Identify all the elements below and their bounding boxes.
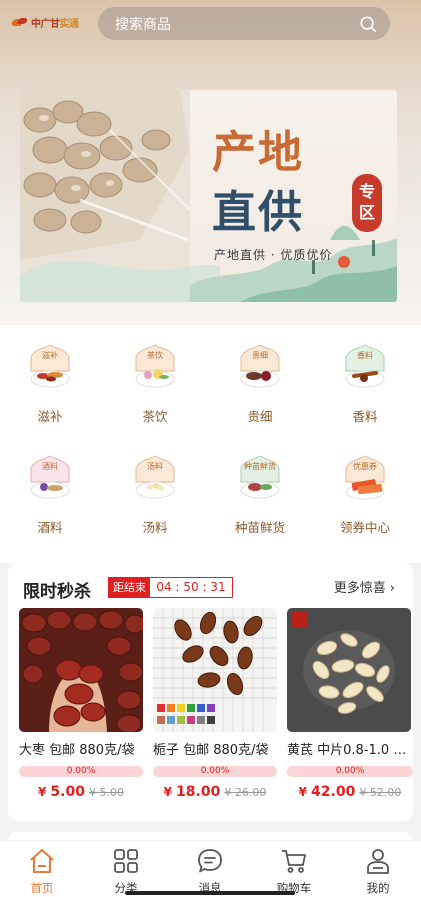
banner-subtitle: 产地直供 · 优质优价 (214, 248, 333, 262)
banner-seal-char-2: 区 (358, 203, 375, 222)
category-badge-tea: 茶饮 (147, 350, 163, 360)
category-label-spice: 香料 (352, 409, 378, 424)
countdown-label: 距结束 (109, 578, 150, 597)
product-image-jujube[interactable] (19, 608, 143, 732)
product-name: 大枣 包邮 880克/袋 (19, 743, 135, 758)
more-surprises-label: 更多惊喜 (333, 581, 386, 596)
search-icon[interactable] (359, 15, 377, 33)
current-price: 42.00 (311, 784, 356, 800)
category-badge-seedling: 种苗鲜货 (244, 461, 276, 471)
cart-icon (282, 850, 306, 873)
current-price: 5.00 (50, 784, 85, 800)
category-badge-coupon: 优惠券 (353, 461, 377, 471)
banner-title-line1: 产地 (212, 127, 304, 178)
current-price: 18.00 (176, 784, 221, 800)
category-label-wine-material: 酒料 (37, 520, 63, 535)
promo-banner[interactable]: 产地 直供 专 区 产地直供 · 优质优价 (20, 90, 397, 302)
countdown-value: 04 : 50 : 31 (150, 578, 232, 597)
category-label-precious: 贵细 (247, 409, 273, 424)
logo-text-main: 中广甘 (31, 18, 60, 30)
tab-cart[interactable]: 购物车 (252, 847, 336, 897)
category-badge-wine-material: 酒料 (42, 461, 58, 471)
product-card-jujube[interactable]: 大枣 包邮 880克/袋 0.00% ¥5.00 ¥ 5.00 (19, 608, 143, 800)
product-price: ¥18.00 ¥ 26.00 (153, 781, 277, 800)
wine-material-icon: 酒料 (30, 455, 70, 499)
sale-progress-bar: 0.00% (287, 766, 413, 777)
product-image-astragalus[interactable] (287, 608, 411, 732)
flash-sale-section: 限时秒杀 距结束 04 : 50 : 31 更多惊喜 › 大枣 包邮 880克/… (8, 563, 413, 821)
home-icon (30, 849, 54, 873)
original-price: ¥ 26.00 (224, 786, 267, 799)
countdown-timer: 距结束 04 : 50 : 31 (108, 577, 233, 598)
logo-text-accent: 实通 (59, 18, 80, 30)
category-label-tonic: 滋补 (37, 409, 63, 424)
brand-logo[interactable]: 中广甘实通 (12, 12, 79, 32)
sale-progress-bar: 0.00% (153, 766, 277, 777)
tea-icon: 茶饮 (135, 344, 175, 388)
search-placeholder: 搜索商品 (115, 16, 171, 33)
sale-progress-bar: 0.00% (19, 766, 143, 777)
home-indicator[interactable] (125, 891, 295, 895)
tonic-icon: 滋补 (30, 344, 70, 388)
grid-icon (114, 849, 138, 873)
category-item-coupon-center[interactable]: 优惠券 领券中心 (315, 436, 415, 546)
tab-messages[interactable]: 消息 (168, 847, 252, 897)
category-badge-soup-material: 汤料 (147, 461, 163, 471)
original-price: ¥ 52.00 (359, 786, 402, 799)
banner-seal-badge: 专 区 (352, 174, 382, 232)
banner-seal-char-1: 专 (358, 182, 375, 202)
sale-progress-text: 0.00% (200, 766, 230, 776)
category-item-tonic[interactable]: 滋补 滋补 (0, 325, 100, 435)
tab-profile[interactable]: 我的 (336, 847, 420, 897)
spice-icon: 香料 (345, 344, 385, 388)
category-badge-tonic: 滋补 (42, 350, 58, 360)
category-label-coupon-center: 领券中心 (339, 520, 390, 535)
category-label-tea: 茶饮 (142, 409, 168, 424)
product-card-gardenia[interactable]: 栀子 包邮 880克/袋 0.00% ¥18.00 ¥ 26.00 (153, 608, 277, 800)
tab-label: 首页 (30, 881, 54, 895)
currency-symbol: ¥ (38, 785, 47, 799)
seedling-icon: 种苗鲜货 (240, 455, 280, 499)
banner-hills-decoration (20, 225, 397, 302)
coupon-icon: 优惠券 (345, 455, 385, 500)
more-surprises-link[interactable]: 更多惊喜 › (334, 577, 395, 596)
product-price: ¥42.00 ¥ 52.00 (287, 781, 413, 800)
chevron-right-icon: › (389, 581, 395, 596)
sale-progress-text: 0.00% (335, 766, 365, 776)
currency-symbol: ¥ (163, 785, 173, 799)
product-card-astragalus[interactable]: 黄芪 中片0.8-1.0 cm 0.00% ¥42.00 ¥ 52.00 (287, 608, 413, 800)
message-icon (198, 849, 222, 873)
category-badge-precious: 贵细 (252, 350, 268, 360)
flash-sale-title: 限时秒杀 (23, 582, 91, 602)
category-badge-spice: 香料 (357, 350, 373, 360)
sale-progress-text: 0.00% (66, 766, 96, 776)
category-label-soup-material: 汤料 (142, 520, 168, 535)
category-label-seedling: 种苗鲜货 (234, 520, 285, 535)
currency-symbol: ¥ (298, 785, 308, 799)
search-bar[interactable]: 搜索商品 (98, 7, 390, 40)
tab-category[interactable]: 分类 (84, 847, 168, 897)
banner-title-line2: 直供 (212, 187, 304, 238)
category-item-spice[interactable]: 香料 香料 (315, 325, 415, 435)
logo-mark-icon (12, 16, 28, 28)
soup-material-icon: 汤料 (135, 455, 175, 499)
category-item-seedling[interactable]: 种苗鲜货 种苗鲜货 (210, 436, 310, 546)
category-item-wine-material[interactable]: 酒料 酒料 (0, 436, 100, 546)
bottom-tab-bar: 首页 分类 消息 购物车 我的 (0, 840, 421, 897)
precious-icon: 贵细 (240, 344, 280, 388)
category-item-soup-material[interactable]: 汤料 汤料 (105, 436, 205, 546)
category-item-precious[interactable]: 贵细 贵细 (210, 325, 310, 435)
product-price: ¥5.00 ¥ 5.00 (19, 781, 143, 800)
user-icon (367, 849, 389, 874)
tab-home[interactable]: 首页 (0, 847, 84, 897)
category-grid: 滋补 滋补 茶饮 茶饮 贵细 贵细 香料 香料 酒料 酒料 汤料 汤料 种苗鲜货… (0, 325, 421, 563)
category-item-tea[interactable]: 茶饮 茶饮 (105, 325, 205, 435)
product-name: 栀子 包邮 880克/袋 (153, 743, 269, 758)
product-name: 黄芪 中片0.8-1.0 cm (287, 743, 411, 758)
product-image-gardenia[interactable] (153, 608, 277, 732)
original-price: ¥ 5.00 (88, 786, 124, 799)
tab-label: 我的 (366, 881, 390, 895)
